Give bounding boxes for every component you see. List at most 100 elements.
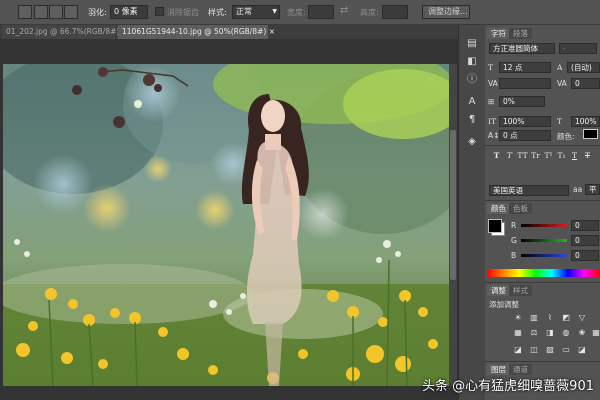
divider <box>485 200 600 201</box>
antialias-icon: aa <box>573 185 583 194</box>
tab-document-1[interactable]: 01_202.jpg @ 66.7%(RGB/8#) × <box>2 25 128 39</box>
antialias-select[interactable]: 平 <box>585 184 600 195</box>
horizontal-scale-input[interactable]: 100% <box>571 116 600 127</box>
tsume-input[interactable]: 0% <box>499 96 545 107</box>
tsume-icon: ⊞ <box>488 97 495 106</box>
add-adjustment-label: 添加调整 <box>489 300 519 309</box>
strikethrough-button[interactable]: T <box>582 150 593 161</box>
feather-label: 羽化: <box>88 8 107 17</box>
font-family-select[interactable]: 方正准圆简体 <box>489 43 555 54</box>
refine-edge-button[interactable]: 调整边缘... <box>422 5 470 19</box>
subscript-button[interactable]: T₁ <box>556 150 567 161</box>
feather-input[interactable]: 0 像素 <box>110 5 148 19</box>
green-slider[interactable] <box>521 239 567 242</box>
black-white-icon[interactable]: ◨ <box>545 328 555 338</box>
scrollbar-thumb[interactable] <box>450 130 456 280</box>
blue-channel-label: B <box>511 251 517 260</box>
tab-adjustments[interactable]: 调整 <box>487 285 510 296</box>
all-caps-button[interactable]: TT <box>517 150 528 161</box>
channel-mixer-icon[interactable]: ❀ <box>577 328 587 338</box>
selective-color-icon[interactable]: ◪ <box>577 345 587 355</box>
intersect-selection-button[interactable] <box>64 5 78 19</box>
posterize-icon[interactable]: ◫ <box>529 345 539 355</box>
red-slider[interactable] <box>521 224 567 227</box>
divider <box>485 145 600 146</box>
font-size-input[interactable]: 12 点 <box>499 62 551 73</box>
color-spectrum-bar[interactable] <box>487 269 600 277</box>
green-channel-label: G <box>511 236 517 245</box>
divider <box>485 282 600 283</box>
height-input[interactable] <box>382 5 408 19</box>
blue-input[interactable]: 0 <box>571 250 599 261</box>
text-color-swatch[interactable] <box>583 129 598 139</box>
style-select-value: 正常 <box>236 7 252 16</box>
blue-slider[interactable] <box>521 254 567 257</box>
style-select[interactable]: 正常 ▼ <box>232 5 280 19</box>
new-selection-button[interactable] <box>18 5 32 19</box>
hue-saturation-icon[interactable]: ▦ <box>513 328 523 338</box>
tracking-input[interactable]: 0 <box>571 78 600 89</box>
canvas-photo[interactable] <box>3 64 449 386</box>
tab-channels[interactable]: 通道 <box>509 364 532 375</box>
leading-input[interactable]: (自动) <box>567 62 600 73</box>
photo-image <box>3 64 449 386</box>
tab-color[interactable]: 颜色 <box>487 203 510 214</box>
baseline-shift-input[interactable]: 0 点 <box>499 130 551 141</box>
add-to-selection-button[interactable] <box>34 5 48 19</box>
faux-bold-button[interactable]: T <box>491 150 502 161</box>
subtract-selection-button[interactable] <box>49 5 63 19</box>
options-bar: 羽化: 0 像素 消除锯齿 样式: 正常 ▼ 宽度: ⇄ 高度: 调整边缘... <box>0 0 600 25</box>
swap-icon[interactable]: ⇄ <box>340 5 348 16</box>
green-input[interactable]: 0 <box>571 235 599 246</box>
info-icon[interactable]: ⓘ <box>465 73 479 87</box>
language-select[interactable]: 美国英语 <box>489 185 569 196</box>
tab-character[interactable]: 字符 <box>487 28 510 39</box>
right-panel: 字符 段落 方正准圆简体 - T 12 点 A (自动) VA VA 0 ⊞ 0… <box>485 25 600 400</box>
width-input[interactable] <box>308 5 334 19</box>
kerning-input[interactable] <box>499 78 551 89</box>
exposure-icon[interactable]: ◩ <box>561 313 571 323</box>
divider <box>485 361 600 362</box>
small-caps-button[interactable]: Tr <box>530 150 541 161</box>
red-input[interactable]: 0 <box>571 220 599 231</box>
threshold-icon[interactable]: ▧ <box>545 345 555 355</box>
paragraph-icon[interactable]: ¶ <box>465 113 479 127</box>
levels-icon[interactable]: ▥ <box>529 313 539 323</box>
history-icon[interactable]: ▤ <box>465 37 479 51</box>
tab-layers[interactable]: 图层 <box>487 364 510 375</box>
character-icon[interactable]: A <box>465 95 479 109</box>
horizontal-scale-icon: T <box>557 117 563 126</box>
chevron-down-icon: ▼ <box>272 8 277 15</box>
vertical-scale-input[interactable]: 100% <box>499 116 551 127</box>
leading-icon: A <box>557 63 563 72</box>
photo-filter-icon[interactable]: ◍ <box>561 328 571 338</box>
baseline-shift-icon: A↕ <box>488 131 500 140</box>
underline-button[interactable]: T <box>569 150 580 161</box>
style-label: 样式: <box>208 8 227 17</box>
text-color-label: 颜色: <box>557 132 575 141</box>
kerning-icon: VA <box>488 79 498 88</box>
superscript-button[interactable]: T¹ <box>543 150 554 161</box>
faux-italic-button[interactable]: T <box>504 150 515 161</box>
tab-paragraph[interactable]: 段落 <box>509 28 532 39</box>
font-size-icon: T <box>488 63 494 72</box>
foreground-color-swatch[interactable] <box>488 219 502 233</box>
brightness-contrast-icon[interactable]: ☀ <box>513 313 523 323</box>
font-style-select[interactable]: - <box>559 43 597 54</box>
swatches-icon[interactable]: ◧ <box>465 55 479 69</box>
tab-swatches[interactable]: 色板 <box>509 203 532 214</box>
layers-icon[interactable]: ◈ <box>465 135 479 149</box>
vertical-scale-icon: IT <box>488 117 496 126</box>
vibrance-icon[interactable]: ▽ <box>577 313 587 323</box>
antialias-checkbox[interactable] <box>155 7 164 16</box>
gradient-map-icon[interactable]: ▭ <box>561 345 571 355</box>
color-balance-icon[interactable]: ⚖ <box>529 328 539 338</box>
height-label: 高度: <box>360 8 379 17</box>
invert-icon[interactable]: ◪ <box>513 345 523 355</box>
watermark-text: 头条 @心有猛虎细嗅蔷薇901 <box>422 379 594 394</box>
curves-icon[interactable]: ⌇ <box>545 313 555 323</box>
tab-styles[interactable]: 样式 <box>509 285 532 296</box>
tab-document-2[interactable]: 11061G51944-10.jpg @ 50%(RGB/8#) × <box>118 25 275 39</box>
color-lookup-icon[interactable]: ▦ <box>591 328 600 338</box>
antialias-label: 消除锯齿 <box>167 8 199 17</box>
